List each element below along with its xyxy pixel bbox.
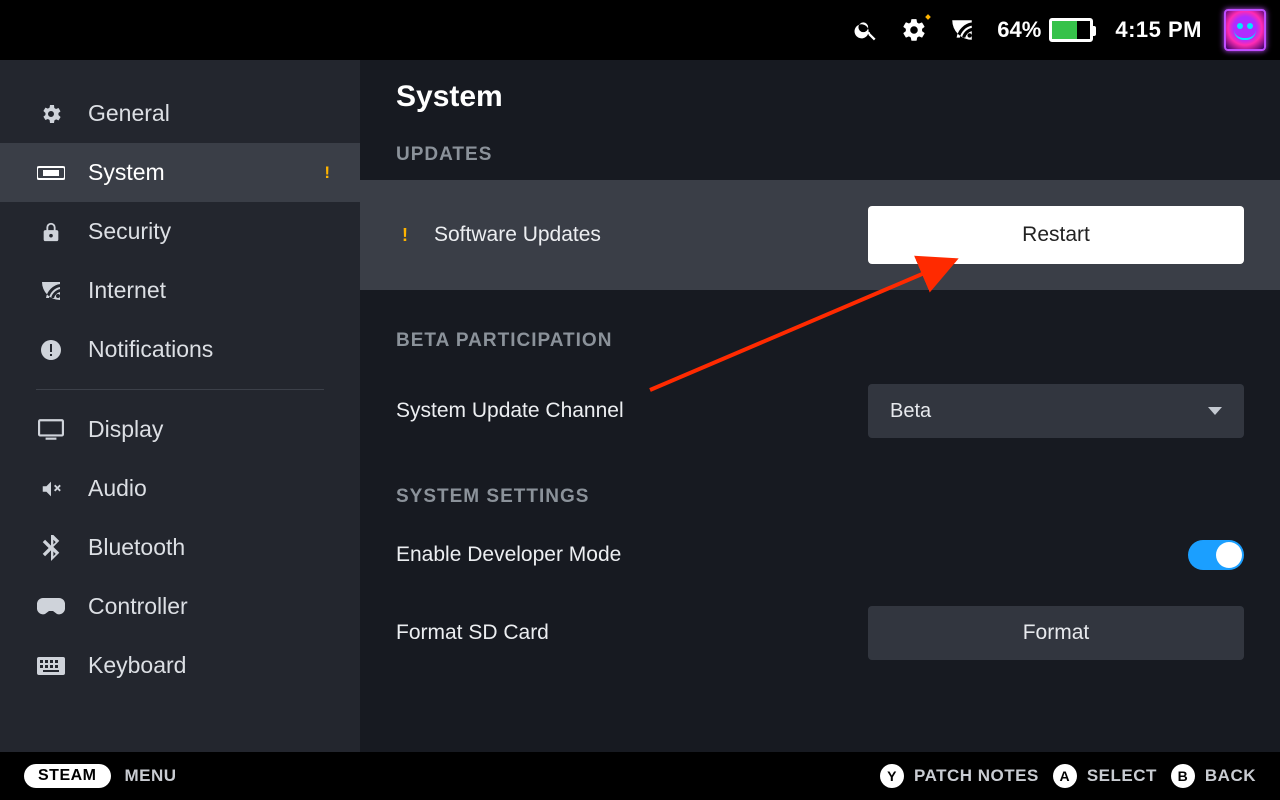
clock: 4:15 PM <box>1115 17 1202 43</box>
deck-icon <box>36 163 66 183</box>
update-channel-select[interactable]: Beta <box>868 384 1244 438</box>
battery-icon <box>1049 18 1093 42</box>
steam-button[interactable]: STEAM <box>24 764 111 788</box>
page-title: System <box>396 80 1244 114</box>
section-updates-title: UPDATES <box>396 144 1244 166</box>
update-channel-label: System Update Channel <box>396 399 624 423</box>
audio-mute-icon <box>36 478 66 500</box>
sidebar-item-label: Security <box>88 218 171 245</box>
row-update-channel: System Update Channel Beta <box>396 366 1244 456</box>
section-settings-title: SYSTEM SETTINGS <box>396 486 1244 508</box>
section-beta-title: BETA PARTICIPATION <box>396 330 1244 352</box>
settings-sidebar: General System ! Security Internet Notif… <box>0 60 360 752</box>
sidebar-item-audio[interactable]: Audio <box>0 459 360 518</box>
hint-back: B BACK <box>1171 764 1256 788</box>
controller-icon <box>36 598 66 616</box>
monitor-icon <box>36 419 66 441</box>
hint-select: A SELECT <box>1053 764 1157 788</box>
a-button-icon: A <box>1053 764 1077 788</box>
sidebar-item-general[interactable]: General <box>0 84 360 143</box>
sidebar-item-label: System <box>88 159 165 186</box>
search-icon[interactable] <box>853 17 879 43</box>
sidebar-item-label: Display <box>88 416 163 443</box>
gear-icon <box>36 102 66 126</box>
wifi-icon[interactable] <box>949 17 975 43</box>
alert-icon: ! <box>324 163 330 183</box>
row-developer-mode: Enable Developer Mode <box>396 522 1244 588</box>
sidebar-item-label: Controller <box>88 593 188 620</box>
update-channel-value: Beta <box>890 400 931 423</box>
y-button-icon: Y <box>880 764 904 788</box>
row-format-sd: Format SD Card Format <box>396 588 1244 678</box>
software-updates-label: Software Updates <box>434 223 601 247</box>
row-software-updates: ! Software Updates Restart <box>360 180 1280 290</box>
hint-patch-notes: Y PATCH NOTES <box>880 764 1039 788</box>
sidebar-item-label: Notifications <box>88 336 213 363</box>
restart-button[interactable]: Restart <box>868 206 1244 264</box>
sidebar-item-bluetooth[interactable]: Bluetooth <box>0 518 360 577</box>
keyboard-icon <box>36 657 66 675</box>
footer-bar: STEAM MENU Y PATCH NOTES A SELECT B BACK <box>0 752 1280 800</box>
sidebar-item-controller[interactable]: Controller <box>0 577 360 636</box>
lock-icon <box>36 220 66 244</box>
format-button[interactable]: Format <box>868 606 1244 660</box>
sidebar-item-label: Keyboard <box>88 652 186 679</box>
developer-mode-label: Enable Developer Mode <box>396 543 621 567</box>
battery-percent: 64% <box>997 17 1041 43</box>
format-sd-label: Format SD Card <box>396 621 549 645</box>
settings-content: System UPDATES ! Software Updates Restar… <box>360 60 1280 752</box>
sidebar-item-label: Bluetooth <box>88 534 185 561</box>
sidebar-item-label: Internet <box>88 277 166 304</box>
sidebar-item-label: General <box>88 100 170 127</box>
bluetooth-icon <box>36 535 66 561</box>
sidebar-item-internet[interactable]: Internet <box>0 261 360 320</box>
developer-mode-toggle[interactable] <box>1188 540 1244 570</box>
sidebar-item-security[interactable]: Security <box>0 202 360 261</box>
chevron-down-icon <box>1208 407 1222 415</box>
settings-icon[interactable] <box>901 17 927 43</box>
alert-icon: ! <box>396 225 414 246</box>
menu-label: MENU <box>125 766 177 786</box>
battery-status: 64% <box>997 17 1093 43</box>
sidebar-item-keyboard[interactable]: Keyboard <box>0 636 360 695</box>
sidebar-item-system[interactable]: System ! <box>0 143 360 202</box>
signal-icon <box>36 279 66 303</box>
sidebar-item-display[interactable]: Display <box>0 400 360 459</box>
b-button-icon: B <box>1171 764 1195 788</box>
sidebar-separator <box>36 389 324 390</box>
avatar[interactable] <box>1224 9 1266 51</box>
alert-circle-icon <box>36 338 66 362</box>
sidebar-item-notifications[interactable]: Notifications <box>0 320 360 379</box>
status-bar: 64% 4:15 PM <box>0 0 1280 60</box>
sidebar-item-label: Audio <box>88 475 147 502</box>
